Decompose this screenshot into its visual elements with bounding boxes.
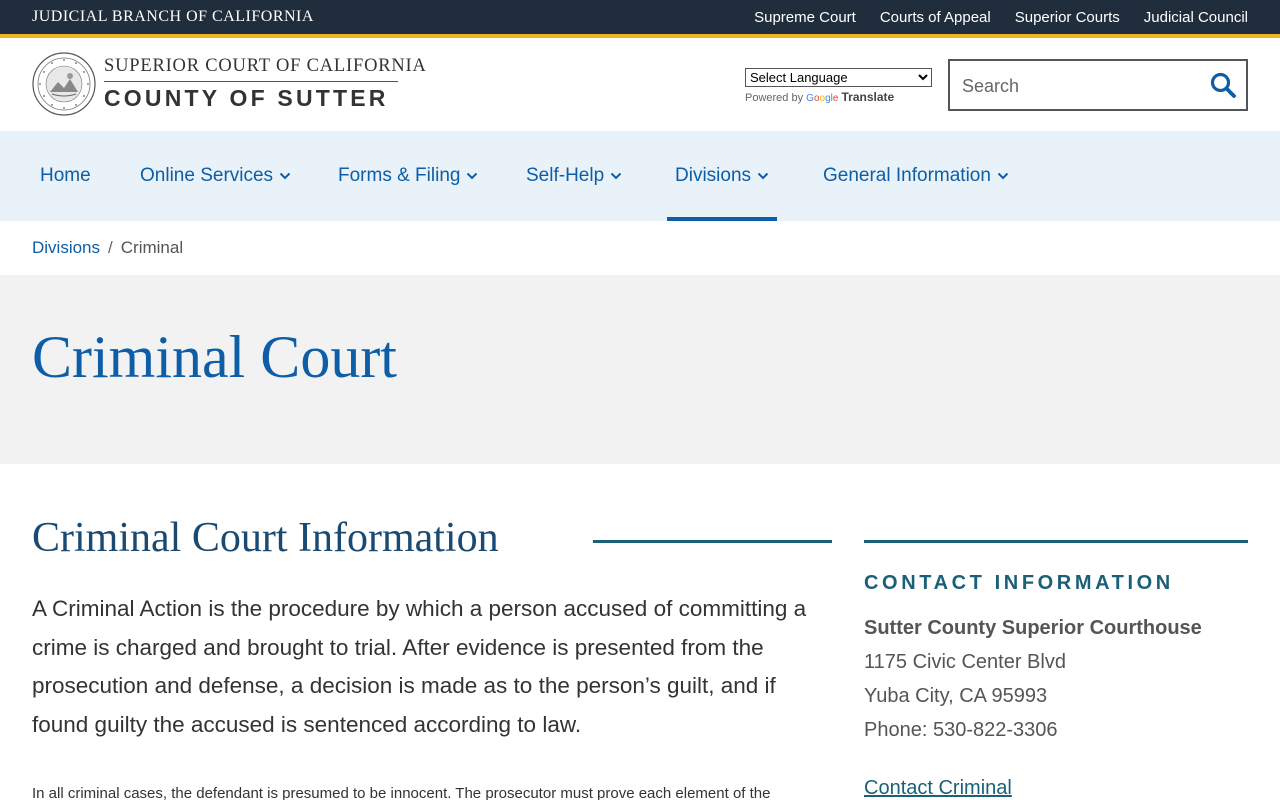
nav-label: Online Services [140,165,274,186]
main-navigation: Home Online Services Forms & Filing Self… [0,131,1280,221]
search-button[interactable] [1208,71,1238,101]
google-logo-text[interactable]: Google [806,93,838,104]
nav-online-services[interactable]: Online Services [140,131,291,221]
court-name-divider [104,81,398,82]
nav-label: Self-Help [526,165,605,186]
search-box [948,59,1248,111]
language-select[interactable]: Select Language [745,68,932,87]
chevron-down-icon [467,172,478,180]
utility-bar: JUDICIAL BRANCH OF CALIFORNIA Supreme Co… [0,0,1280,36]
breadcrumb-divisions-link[interactable]: Divisions [32,238,100,258]
lead-paragraph: A Criminal Action is the procedure by wh… [32,596,807,737]
search-icon [1210,72,1236,98]
supreme-court-link[interactable]: Supreme Court [754,9,856,26]
nav-forms-filing[interactable]: Forms & Filing [338,131,478,221]
powered-by-label: Powered by [745,92,804,104]
translate-label[interactable]: Translate [841,90,894,104]
page-hero: Criminal Court [0,275,1280,464]
contact-heading: CONTACT INFORMATION [864,572,1174,594]
courts-of-appeal-link[interactable]: Courts of Appeal [880,9,991,26]
nav-divisions[interactable]: Divisions [666,131,778,221]
court-name-line2[interactable]: COUNTY OF SUTTER [104,85,389,112]
sidebar-rule [864,540,1248,543]
site-header: SUPERIOR COURT OF CALIFORNIA COUNTY OF S… [0,38,1280,131]
nav-label: General Information [823,165,991,186]
section-title: Criminal Court Information [32,515,499,561]
google-translate-attribution: Powered by Google Translate [745,90,894,104]
phone-number: Phone: 530-822-3306 [864,719,1058,741]
body-paragraph: In all criminal cases, the defendant is … [32,785,771,800]
section-title-rule [593,540,832,543]
page-title: Criminal Court [32,324,397,390]
nav-self-help[interactable]: Self-Help [526,131,622,221]
contact-criminal-link[interactable]: Contact Criminal [864,777,1012,800]
utility-links: Supreme Court Courts of Appeal Superior … [754,9,1248,26]
chevron-down-icon [757,172,769,180]
nav-general-information[interactable]: General Information [823,131,1009,221]
nav-home[interactable]: Home [40,131,91,221]
breadcrumb-separator: / [108,238,113,257]
chevron-down-icon [997,172,1009,180]
court-name-line1[interactable]: SUPERIOR COURT OF CALIFORNIA [104,56,427,77]
chevron-down-icon [279,172,291,180]
courthouse-name: Sutter County Superior Courthouse [864,617,1202,639]
search-input[interactable] [962,73,1192,99]
address-line2: Yuba City, CA 95993 [864,685,1048,707]
nav-label: Forms & Filing [338,165,461,186]
california-judicial-seal-icon[interactable] [32,52,96,116]
nav-label: Home [40,165,91,186]
breadcrumb: Divisions / Criminal [32,238,183,258]
chevron-down-icon [610,172,622,180]
breadcrumb-current: Criminal [120,238,184,257]
superior-courts-link[interactable]: Superior Courts [1015,9,1120,26]
nav-label: Divisions [675,165,752,186]
address-line1: 1175 Civic Center Blvd [864,651,1066,673]
judicial-council-link[interactable]: Judicial Council [1144,9,1248,26]
judicial-branch-title: JUDICIAL BRANCH OF CALIFORNIA [32,8,314,25]
